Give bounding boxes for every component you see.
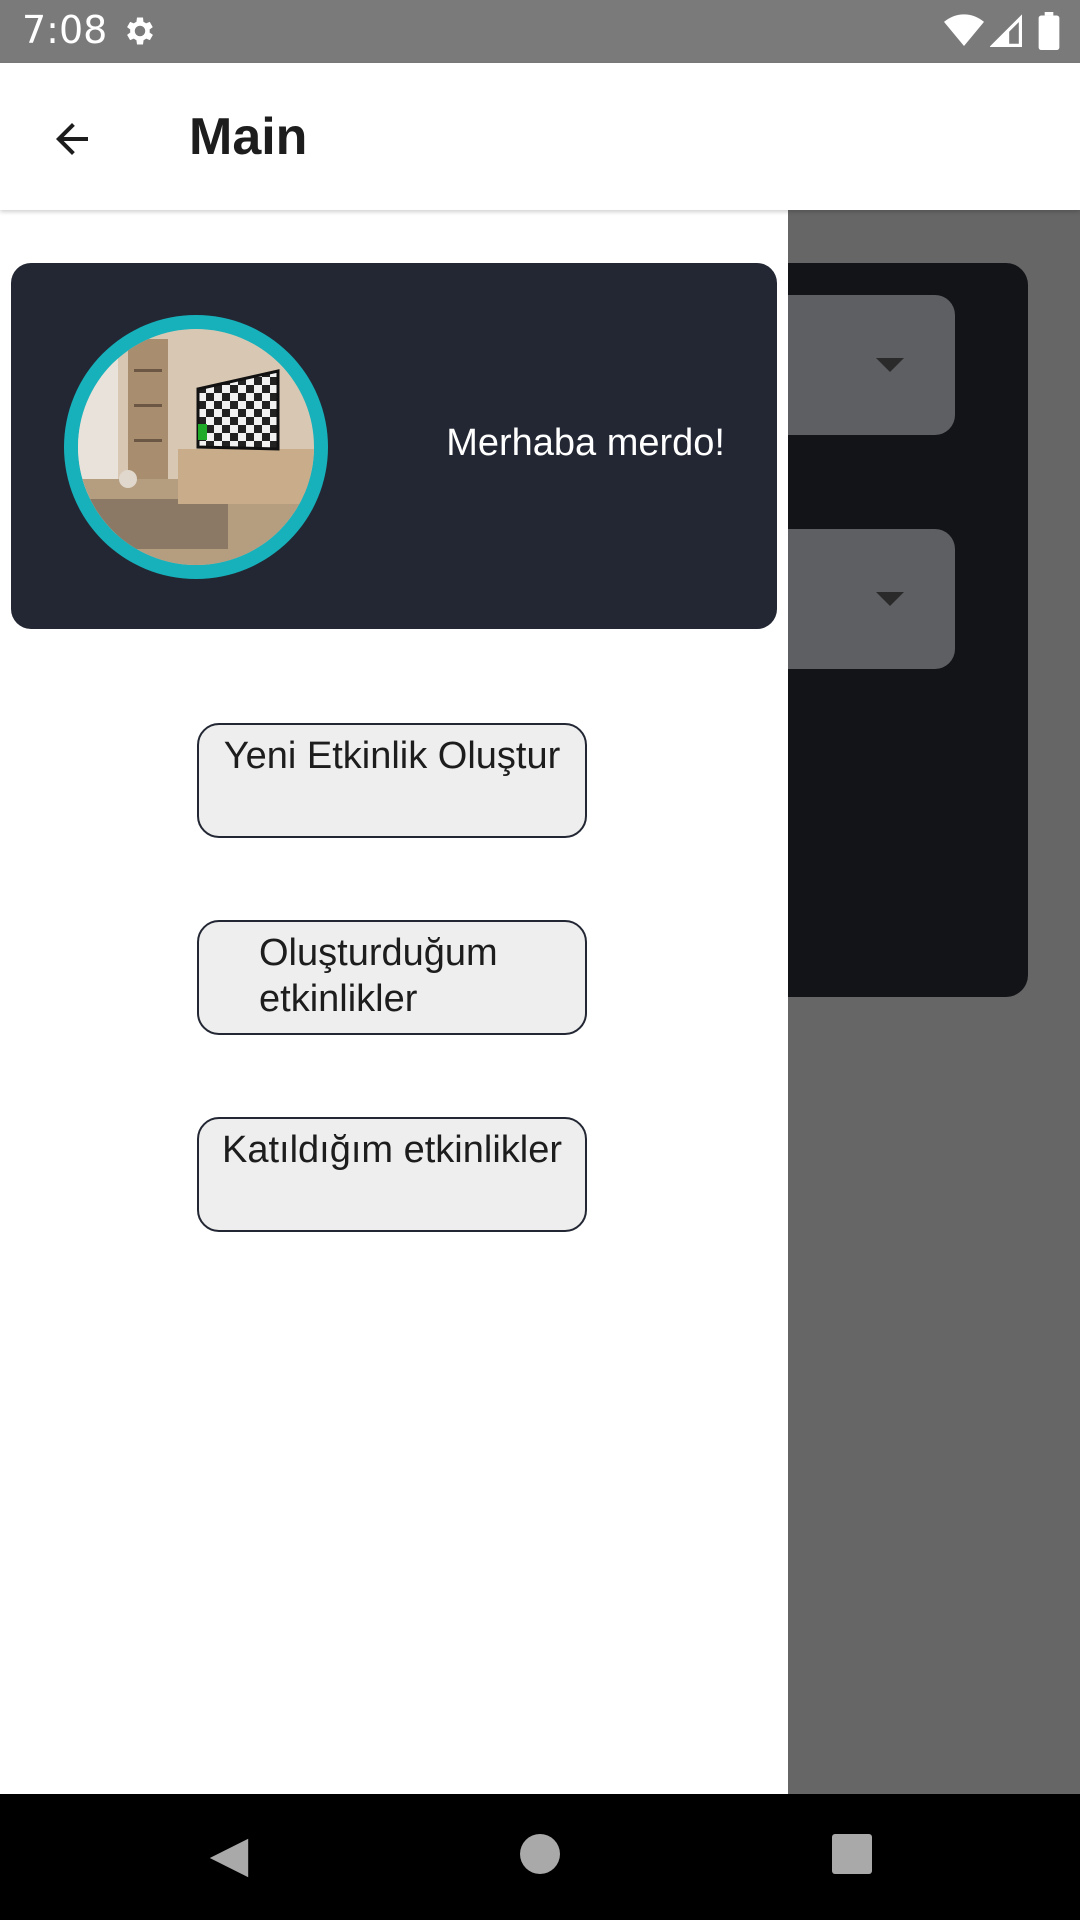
drawer-header: Merhaba merdo! [11,263,777,629]
dropdown-arrow-icon [876,358,904,372]
dropdown-arrow-icon [876,592,904,606]
nav-recents-icon[interactable] [832,1834,872,1874]
status-bar: 7:08 [0,0,1080,63]
battery-icon [1038,12,1060,50]
system-nav-bar [0,1794,1080,1920]
joined-events-button[interactable]: Katıldığım etkinlikler [197,1117,587,1232]
create-event-button[interactable]: Yeni Etkinlik Oluştur [197,723,587,838]
back-button[interactable] [36,103,108,175]
navigation-drawer: Merhaba merdo! Yeni Etkinlik Oluştur Olu… [0,210,788,1794]
page-title: Main [189,108,308,166]
nav-back-icon[interactable] [204,1834,254,1882]
cell-signal-icon [990,14,1022,47]
app-bar: Main [0,63,1080,210]
nav-home-icon[interactable] [520,1834,560,1874]
gear-icon [127,17,153,45]
status-time: 7:08 [22,8,108,52]
avatar[interactable] [64,315,328,579]
arrow-left-icon [56,123,88,155]
greeting-text: Merhaba merdo! [446,422,725,464]
wifi-icon [944,14,984,47]
room-photo-icon [78,329,314,565]
my-created-events-button[interactable]: Oluşturduğum etkinlikler [197,920,587,1035]
avatar-image [78,329,314,565]
